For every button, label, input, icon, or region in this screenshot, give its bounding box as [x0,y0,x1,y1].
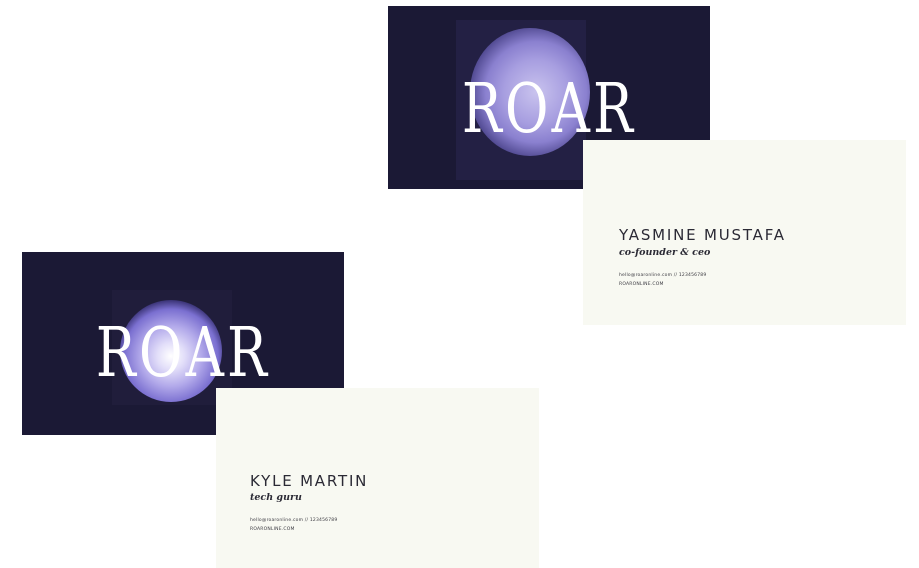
roar-logo: ROAR [95,314,271,393]
contact-email-phone: hello@roaronline.com // 123456789 [250,518,338,523]
person-name: YASMINE MUSTAFA [619,226,786,244]
contact-website: ROARONLINE.COM [250,527,295,532]
person-title: tech guru [250,492,302,503]
roar-logo: ROAR [461,70,637,149]
person-title: co-founder & ceo [619,247,711,258]
business-card-mockup: ROAR YASMINE MUSTAFA co-founder & ceo he… [0,0,919,568]
contact-website: ROARONLINE.COM [619,282,664,287]
card-back-kyle: KYLE MARTIN tech guru hello@roaronline.c… [216,388,539,568]
contact-email-phone: hello@roaronline.com // 123456789 [619,273,707,278]
person-name: KYLE MARTIN [250,472,369,490]
card-back-yasmine: YASMINE MUSTAFA co-founder & ceo hello@r… [583,140,906,325]
